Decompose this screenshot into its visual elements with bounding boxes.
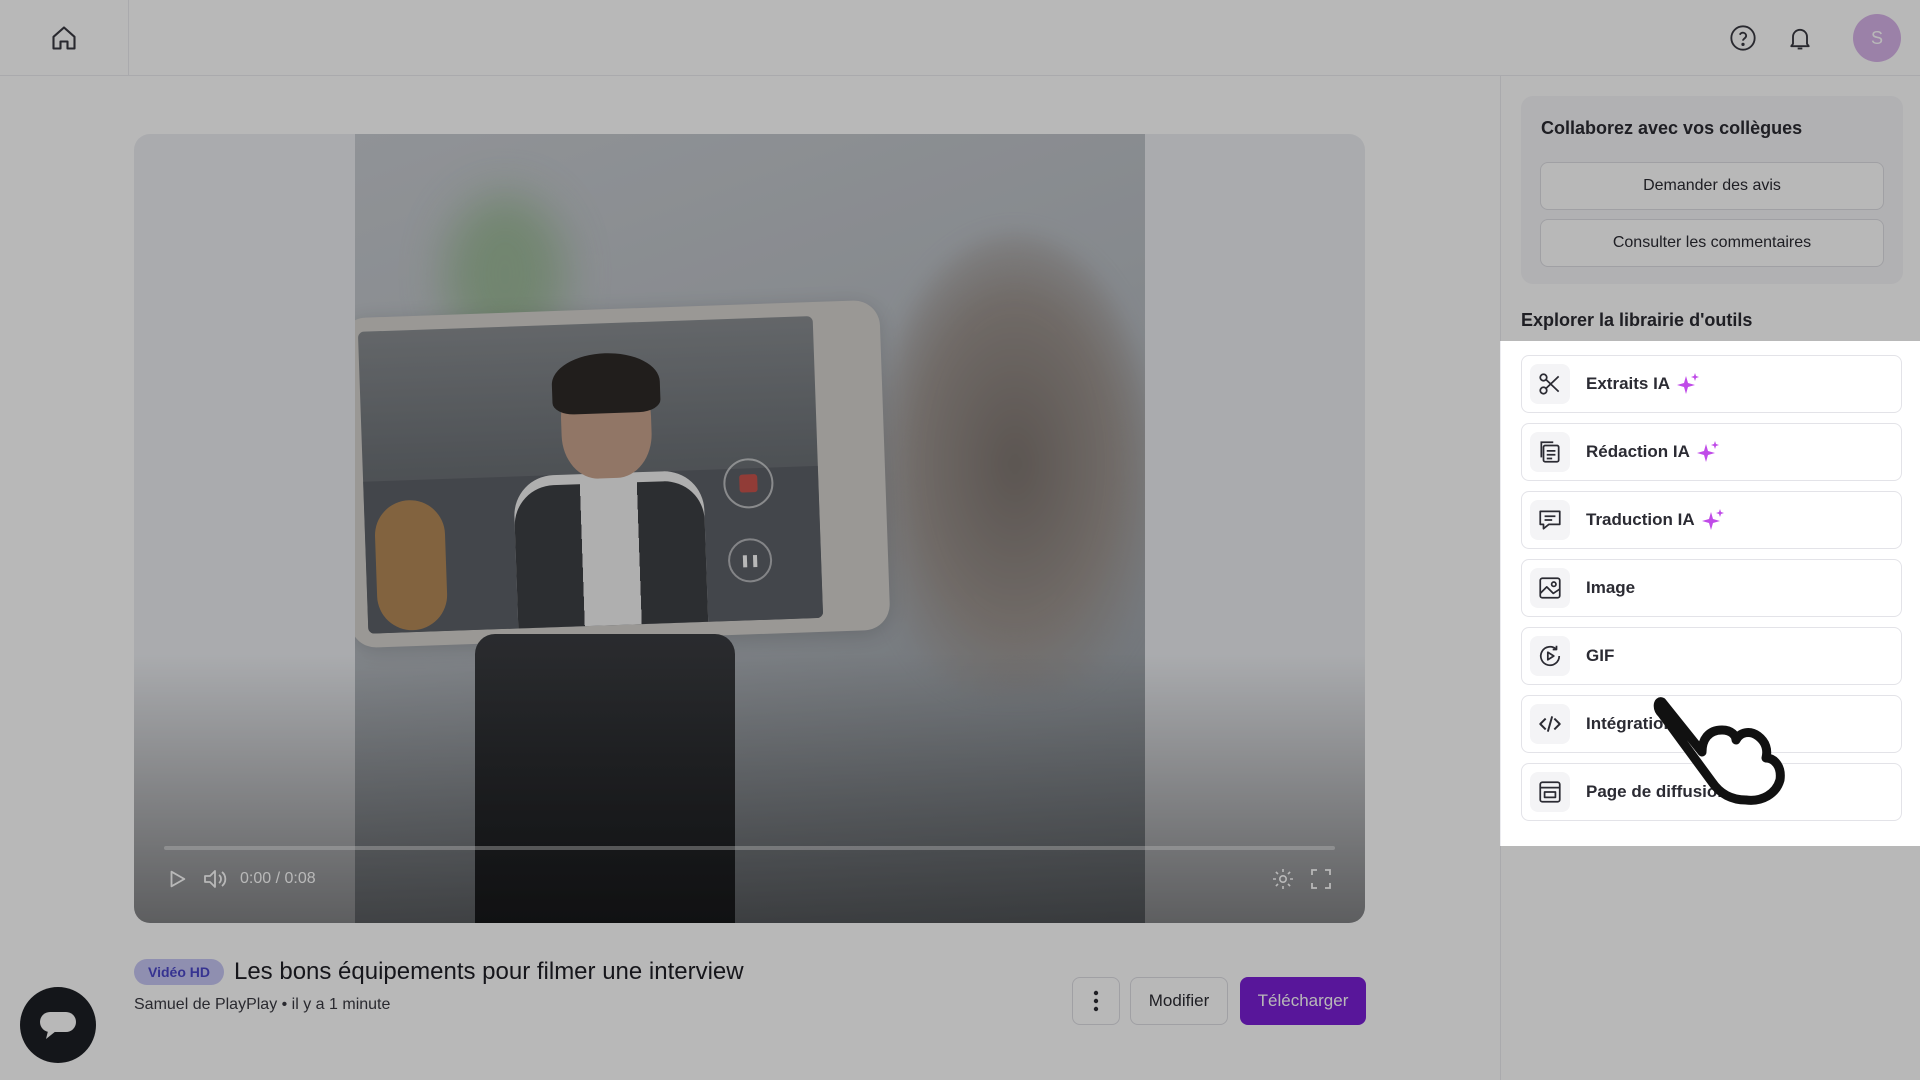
chat-support-button[interactable] [20, 987, 96, 1063]
tool-label: Traduction IA [1586, 510, 1695, 529]
home-icon [52, 26, 76, 50]
play-icon [170, 870, 186, 888]
volume-icon [204, 870, 227, 888]
background-person [875, 234, 1145, 694]
settings-button[interactable] [1268, 864, 1298, 894]
gif-play-icon [1539, 645, 1561, 667]
time-display: 0:00 / 0:08 [240, 870, 316, 887]
video-title: Les bons équipements pour filmer une int… [233, 958, 744, 985]
tool-ai-translation[interactable]: Traduction IA [1521, 491, 1902, 549]
tools-library-title: Explorer la librairie d'outils [1521, 310, 1753, 330]
view-comments-button[interactable]: Consulter les commentaires [1540, 219, 1884, 267]
tool-icon-box [1530, 432, 1570, 472]
hand-cursor-icon [1653, 697, 1785, 805]
bell-icon [1790, 28, 1810, 50]
collaboration-title: Collaborez avec vos collègues [1541, 118, 1803, 138]
play-button[interactable] [162, 864, 192, 894]
volume-button[interactable] [200, 864, 230, 894]
hd-badge: Vidéo HD [134, 959, 224, 985]
tool-label: Extraits IA [1586, 374, 1671, 393]
help-icon [1730, 25, 1756, 51]
fullscreen-button[interactable] [1306, 864, 1336, 894]
person-vest [513, 479, 709, 634]
video-meta: Samuel de PlayPlay • il y a 1 minute [134, 996, 391, 1013]
smartphone: ❚❚ [355, 299, 891, 649]
ai-sparkle-icon [1701, 508, 1725, 532]
avatar[interactable]: S [1853, 14, 1901, 62]
document-icon [1540, 441, 1560, 463]
tool-label: GIF [1586, 646, 1615, 665]
tool-label: Image [1586, 578, 1636, 597]
settings-icon [1273, 869, 1293, 889]
tool-icon-box [1530, 500, 1570, 540]
edit-button[interactable]: Modifier [1130, 977, 1228, 1025]
tool-ai-clips[interactable]: Extraits IA [1521, 355, 1902, 413]
tool-icon-box [1530, 704, 1570, 744]
home-button[interactable] [0, 0, 129, 76]
scissors-icon [1539, 373, 1560, 395]
right-panel: Collaborez avec vos collègues Demander d… [1500, 76, 1920, 1080]
image-icon [1539, 577, 1561, 599]
more-options-button[interactable] [1072, 977, 1120, 1025]
notifications-button[interactable] [1782, 20, 1818, 56]
tool-ai-writing[interactable]: Rédaction IA [1521, 423, 1902, 481]
chat-icon [1539, 510, 1561, 530]
code-icon [1539, 716, 1561, 732]
browser-page-icon [1539, 781, 1561, 803]
phone-screen: ❚❚ [357, 316, 824, 634]
chat-bubble-icon [40, 1012, 76, 1039]
ai-sparkle-icon [1696, 440, 1720, 464]
tool-icon-box [1530, 772, 1570, 812]
controls-gradient [134, 653, 1365, 923]
tool-icon-box [1530, 568, 1570, 608]
collaboration-card: Collaborez avec vos collègues Demander d… [1521, 96, 1903, 284]
video-title-row: Vidéo HD Les bons équipements pour filme… [134, 958, 744, 986]
help-button[interactable] [1725, 20, 1761, 56]
top-bar: S [0, 0, 1920, 76]
tool-image[interactable]: Image [1521, 559, 1902, 617]
fullscreen-icon [1311, 869, 1331, 889]
tool-label: Rédaction IA [1586, 442, 1690, 461]
tool-gif[interactable]: GIF [1521, 627, 1902, 685]
ai-sparkle-icon [1676, 372, 1700, 396]
guitar [373, 498, 449, 632]
video-player[interactable]: ❚❚ 0:00 / 0:08 [134, 134, 1365, 923]
request-feedback-button[interactable]: Demander des avis [1540, 162, 1884, 210]
tool-icon-box [1530, 636, 1570, 676]
person-hair [550, 351, 661, 416]
tool-icon-box [1530, 364, 1570, 404]
more-vertical-icon [1093, 990, 1099, 1012]
download-button[interactable]: Télécharger [1240, 977, 1366, 1025]
progress-bar[interactable] [164, 846, 1335, 850]
